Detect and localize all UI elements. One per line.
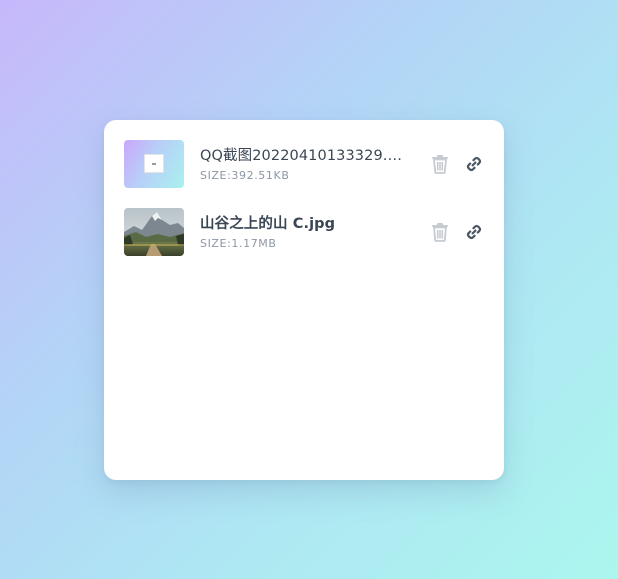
image-placeholder-icon	[144, 154, 164, 173]
upload-card: QQ截图20220410133329.png SIZE:392.51KB 山谷之…	[104, 120, 504, 480]
link-icon	[466, 156, 482, 172]
file-actions	[428, 152, 486, 176]
delete-button[interactable]	[428, 220, 452, 244]
trash-icon	[432, 223, 448, 242]
file-list: QQ截图20220410133329.png SIZE:392.51KB 山谷之…	[124, 140, 486, 276]
file-item: QQ截图20220410133329.png SIZE:392.51KB	[124, 140, 486, 188]
file-name: QQ截图20220410133329.png	[200, 147, 410, 164]
file-meta: 山谷之上的山 C.jpg SIZE:1.17MB	[200, 214, 410, 251]
file-meta: QQ截图20220410133329.png SIZE:392.51KB	[200, 146, 410, 183]
file-actions	[428, 220, 486, 244]
mountain-photo	[124, 208, 184, 256]
copy-link-button[interactable]	[462, 220, 486, 244]
copy-link-button[interactable]	[462, 152, 486, 176]
link-icon	[466, 224, 482, 240]
trash-icon	[432, 155, 448, 174]
file-name: 山谷之上的山 C.jpg	[200, 215, 336, 232]
delete-button[interactable]	[428, 152, 452, 176]
file-thumbnail	[124, 208, 184, 256]
file-thumbnail	[124, 140, 184, 188]
file-size: SIZE:1.17MB	[200, 236, 277, 250]
file-size: SIZE:392.51KB	[200, 168, 290, 182]
file-item: 山谷之上的山 C.jpg SIZE:1.17MB	[124, 208, 486, 256]
